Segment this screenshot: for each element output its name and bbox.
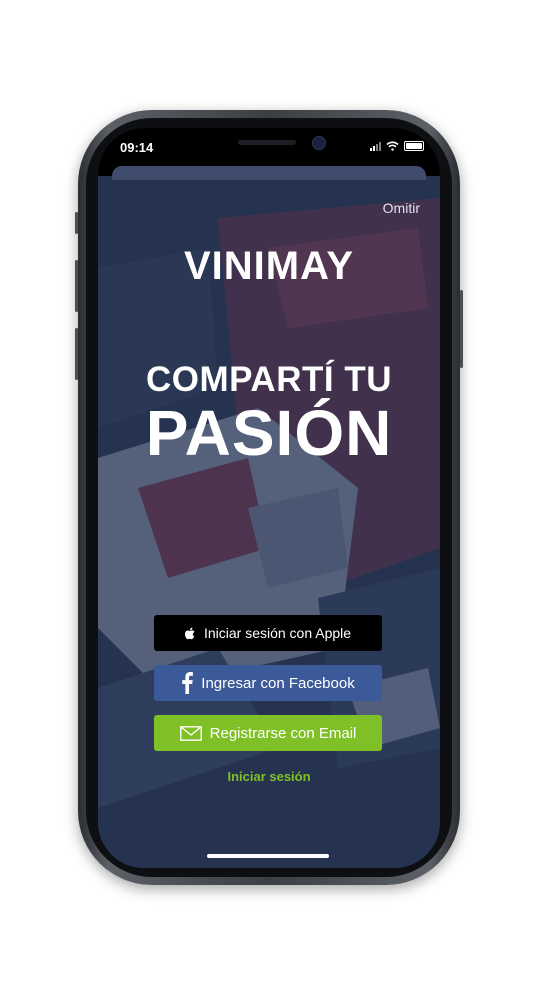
facebook-login-button[interactable]: Ingresar con Facebook [154, 665, 382, 701]
home-indicator[interactable] [207, 854, 329, 858]
hero-title-line2: PASIÓN [145, 397, 393, 469]
status-time: 09:14 [120, 140, 154, 155]
notch [180, 128, 362, 162]
modal-sheet-edge [112, 166, 426, 180]
login-link[interactable]: Iniciar sesión [98, 769, 440, 784]
app-logo: VINIMAY [183, 244, 354, 288]
side-button-power [460, 290, 463, 368]
email-register-label: Registrarse con Email [209, 724, 357, 742]
apple-icon [184, 627, 195, 639]
facebook-login-label: Ingresar con Facebook [201, 674, 355, 692]
app-screen: 09:14 Omitir VINIMAY COMPARTÍ TU PASIÓN … [98, 128, 440, 868]
apple-signin-button[interactable]: Iniciar sesión con Apple [154, 615, 382, 651]
side-button-mute [75, 212, 78, 234]
hero-title-line1: COMPARTÍ TU [146, 360, 392, 399]
side-button-volume-down [75, 328, 78, 380]
facebook-icon [182, 672, 194, 694]
email-register-button[interactable]: Registrarse con Email [154, 715, 382, 751]
speaker-grille [238, 140, 296, 145]
side-button-volume-up [75, 260, 78, 312]
system-icons [370, 141, 424, 151]
wifi-icon [386, 141, 399, 151]
front-camera [312, 136, 326, 150]
envelope-icon [179, 725, 202, 741]
apple-signin-label: Iniciar sesión con Apple [203, 625, 352, 641]
blue-overlay [98, 128, 440, 868]
battery-icon [404, 141, 424, 151]
skip-button[interactable]: Omitir [383, 200, 420, 216]
signal-icon [370, 141, 381, 151]
